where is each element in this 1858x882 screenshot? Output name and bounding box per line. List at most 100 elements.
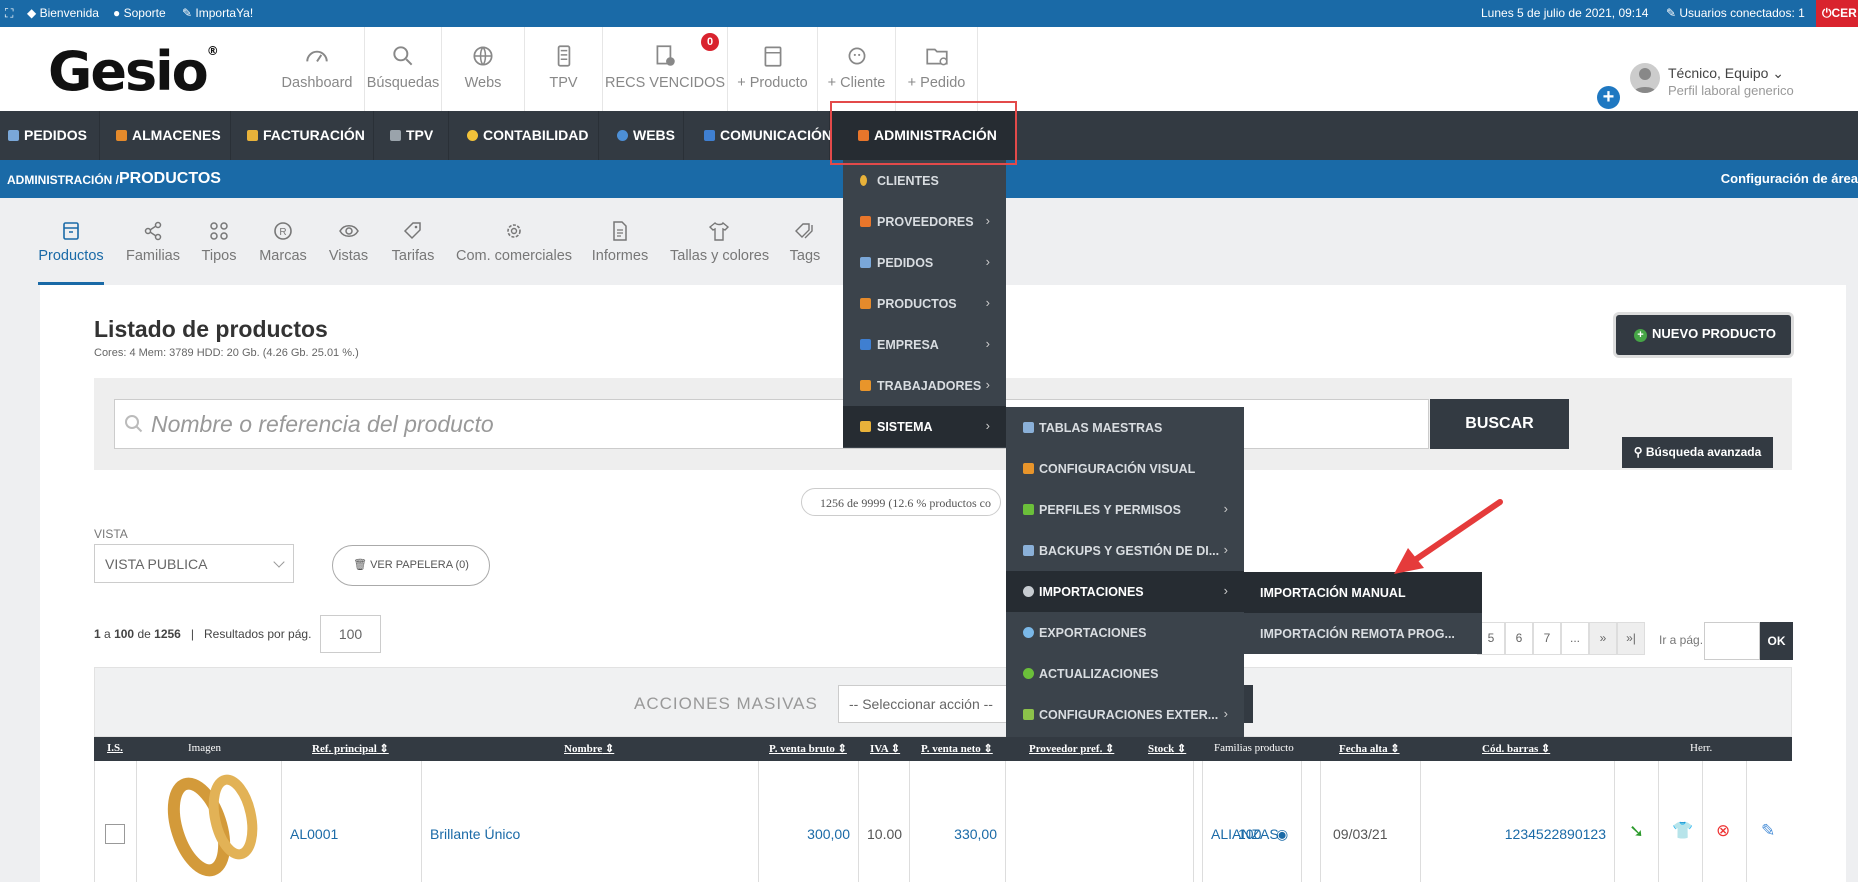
nav-almacenes[interactable]: ALMACENES <box>100 111 231 160</box>
new-product-button[interactable]: + NUEVO PRODUCTO <box>1616 315 1791 355</box>
product-image[interactable] <box>137 761 282 882</box>
welcome-link[interactable]: ◆ Bienvenida <box>27 6 99 20</box>
shirt-icon[interactable]: 👕 <box>1672 821 1693 841</box>
tab-informes[interactable]: Informes <box>591 220 649 264</box>
menu-clientes[interactable]: CLIENTES <box>843 160 1006 201</box>
search-button[interactable]: BUSCAR <box>1430 399 1569 449</box>
nav-contabilidad[interactable]: CONTABILIDAD <box>449 111 599 160</box>
header-add-pedido[interactable]: + Pedido <box>896 27 978 111</box>
th-ref[interactable]: Ref. principal ⇕ <box>312 742 389 755</box>
nav-facturacion[interactable]: FACTURACIÓN <box>231 111 374 160</box>
menu-empresa[interactable]: EMPRESA › <box>843 324 1006 365</box>
menu-pedidos[interactable]: PEDIDOS › <box>843 242 1006 283</box>
support-link[interactable]: ● Soporte <box>113 6 166 20</box>
th-bruto[interactable]: P. venta bruto ⇕ <box>769 742 847 755</box>
trash-button[interactable]: 🗑 VER PAPELERA (0) <box>332 545 490 586</box>
chevron-right-icon: › <box>1223 501 1228 516</box>
th-barras[interactable]: Cód. barras ⇕ <box>1482 742 1550 755</box>
th-iva[interactable]: IVA ⇕ <box>870 742 900 755</box>
header-add-producto[interactable]: + Producto <box>728 27 818 111</box>
menu-exportaciones[interactable]: EXPORTACIONES <box>1006 612 1244 653</box>
menu-label: ACTUALIZACIONES <box>1039 667 1159 681</box>
menu-perfiles[interactable]: PERFILES Y PERMISOS › <box>1006 489 1244 530</box>
menu-config-visual[interactable]: CONFIGURACIÓN VISUAL <box>1006 448 1244 489</box>
menu-label: IMPORTACIONES <box>1039 585 1144 599</box>
arrow-down-icon[interactable]: ➘ <box>1629 821 1644 842</box>
header-tpv[interactable]: TPV <box>525 27 603 111</box>
vista-select[interactable]: VISTA PUBLICA <box>94 544 294 583</box>
new-product-label: NUEVO PRODUCTO <box>1652 326 1776 341</box>
tab-tags[interactable]: Tags <box>788 220 822 264</box>
th-neto[interactable]: P. venta neto ⇕ <box>921 742 993 755</box>
advanced-search-button[interactable]: ⚲ Búsqueda avanzada <box>1622 437 1773 468</box>
menu-actualizaciones[interactable]: ACTUALIZACIONES <box>1006 653 1244 694</box>
tab-marcas[interactable]: R Marcas <box>258 220 308 264</box>
menu-backups[interactable]: BACKUPS Y GESTIÓN DE DI... › <box>1006 530 1244 571</box>
avatar[interactable] <box>1630 63 1660 93</box>
last-page-icon[interactable]: »| <box>1617 622 1645 655</box>
family-value[interactable]: ALIANZAS <box>1211 826 1279 842</box>
goto-page-button[interactable]: OK <box>1760 622 1793 660</box>
users-connected[interactable]: ✎ Usuarios conectados: 1 <box>1666 6 1805 20</box>
name-link[interactable]: Brillante Único <box>430 826 520 842</box>
importa-link[interactable]: ✎ ImportaYa! <box>182 6 253 20</box>
nav-webs[interactable]: WEBS <box>599 111 684 160</box>
th-is[interactable]: I.S. <box>107 742 123 754</box>
per-page-input[interactable]: 100 <box>320 615 381 653</box>
menu-proveedores[interactable]: PROVEEDORES › <box>843 201 1006 242</box>
header-busquedas[interactable]: Búsquedas <box>365 27 442 111</box>
power-button[interactable]: ⏻CER <box>1816 0 1858 27</box>
cell-tool-2: 👕 <box>1659 761 1703 882</box>
gross-price[interactable]: 300,00 <box>807 826 850 842</box>
menu-trabajadores[interactable]: TRABAJADORES › <box>843 365 1006 406</box>
barcode-value[interactable]: 1234522890123 <box>1505 826 1606 842</box>
nav-comunicacion[interactable]: COMUNICACIÓN <box>684 111 832 160</box>
ref-link[interactable]: AL0001 <box>290 826 338 842</box>
net-price[interactable]: 330,00 <box>954 826 997 842</box>
th-nombre[interactable]: Nombre ⇕ <box>564 742 614 755</box>
goto-page-input[interactable] <box>1704 622 1760 660</box>
page-7[interactable]: 7 <box>1533 622 1561 655</box>
menu-config-externas[interactable]: CONFIGURACIONES EXTER... › <box>1006 694 1244 735</box>
menu-productos[interactable]: PRODUCTOS › <box>843 283 1006 324</box>
menu-importacion-remota[interactable]: IMPORTACIÓN REMOTA PROG... <box>1244 613 1482 654</box>
pos-terminal-icon <box>390 130 401 141</box>
menu-label: CLIENTES <box>877 174 939 188</box>
tab-tallas-colores[interactable]: Tallas y colores <box>670 220 769 264</box>
header-label: + Pedido <box>907 75 966 91</box>
nav-tpv[interactable]: TPV <box>374 111 449 160</box>
nav-pedidos[interactable]: PEDIDOS <box>0 111 100 160</box>
fullscreen-icon[interactable]: ⛶ <box>5 6 13 21</box>
menu-importaciones[interactable]: IMPORTACIONES › <box>1006 571 1244 612</box>
header-dashboard[interactable]: Dashboard <box>270 27 365 111</box>
logo[interactable]: Gesio® <box>48 45 219 99</box>
quick-add-button[interactable]: + <box>1597 86 1620 109</box>
area-config-link[interactable]: Configuración de área <box>1721 171 1858 186</box>
page-6[interactable]: 6 <box>1505 622 1533 655</box>
table-header: I.S. Imagen Ref. principal ⇕ Nombre ⇕ P.… <box>94 737 1792 761</box>
tab-tipos[interactable]: Tipos <box>200 220 238 264</box>
th-fecha[interactable]: Fecha alta ⇕ <box>1339 742 1400 755</box>
header-add-cliente[interactable]: + Cliente <box>818 27 896 111</box>
row-checkbox[interactable] <box>105 824 125 844</box>
th-stock[interactable]: Stock ⇕ <box>1148 742 1186 755</box>
page-ellipsis[interactable]: ... <box>1561 622 1589 655</box>
th-proveedor[interactable]: Proveedor pref. ⇕ <box>1029 742 1114 755</box>
user-name-label: Técnico, Equipo <box>1668 65 1769 81</box>
tab-familias[interactable]: Familias <box>124 220 182 264</box>
tab-tarifas[interactable]: Tarifas <box>391 220 435 264</box>
tab-productos[interactable]: Productos <box>38 220 104 264</box>
tab-vistas[interactable]: Vistas <box>327 220 370 264</box>
table-row: AL0001 Brillante Único 300,00 10.00 330,… <box>94 761 1792 882</box>
header-webs[interactable]: Webs <box>442 27 525 111</box>
breadcrumb-section[interactable]: ADMINISTRACIÓN / <box>7 173 119 187</box>
chevron-right-icon: › <box>985 254 990 269</box>
header-recs-vencidos[interactable]: RECS VENCIDOS 0 <box>603 27 728 111</box>
menu-sistema[interactable]: SISTEMA › <box>843 406 1006 447</box>
tab-com-comerciales[interactable]: Com. comerciales <box>456 220 572 264</box>
user-name[interactable]: Técnico, Equipo ⌄ <box>1668 65 1784 82</box>
delete-icon[interactable]: ⊗ <box>1716 821 1730 841</box>
next-page-icon[interactable]: » <box>1589 622 1617 655</box>
edit-icon[interactable]: ✎ <box>1761 821 1775 841</box>
menu-tablas-maestras[interactable]: TABLAS MAESTRAS <box>1006 407 1244 448</box>
